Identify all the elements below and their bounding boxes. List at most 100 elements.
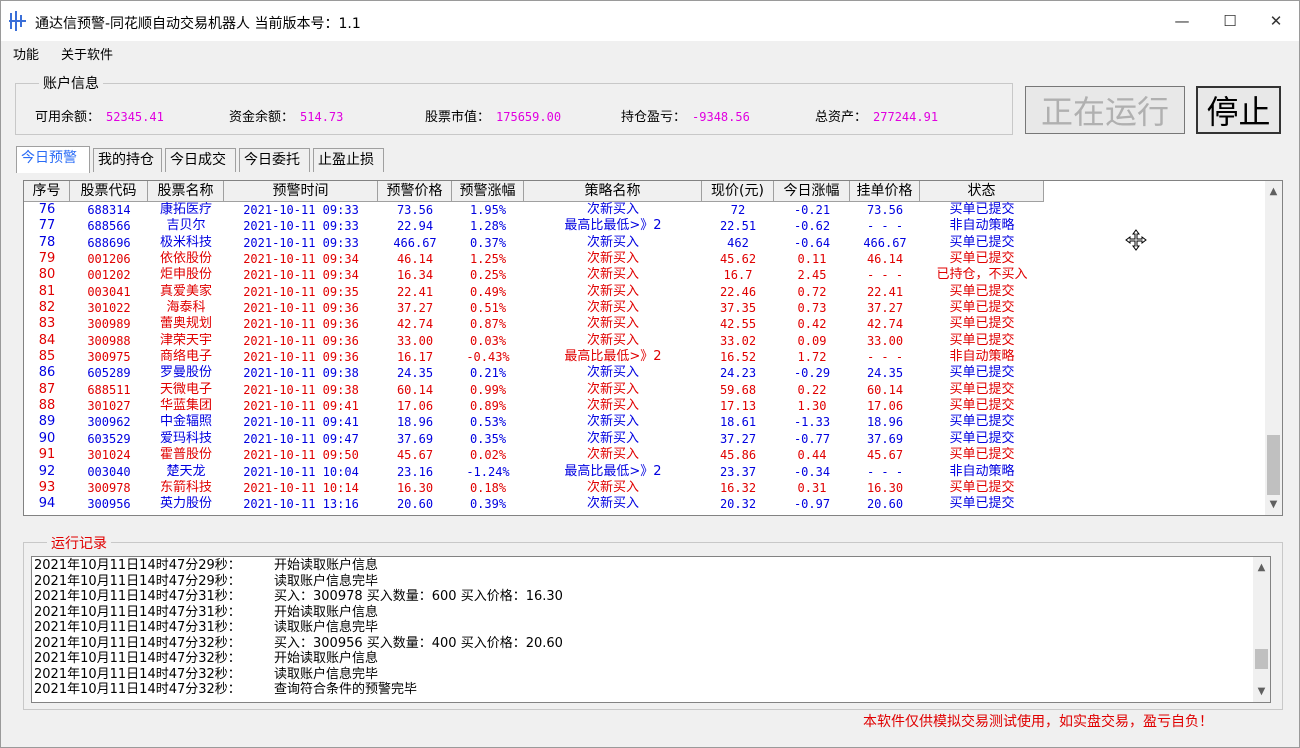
table-cell: 最高比最低>》2 [564, 349, 662, 365]
table-row[interactable]: 76 688314 康拓医疗 2021-10-11 09:33 73.56 1.95% 次新… [24, 202, 1044, 218]
table-row[interactable]: 88 301027 华蓝集团 2021-10-11 09:41 17.06 0.89% 次新… [24, 398, 1044, 414]
table-cell: 0.72 [797, 284, 827, 299]
menu-function[interactable]: 功能 [13, 44, 39, 63]
table-row[interactable]: 86 605289 罗曼股份 2021-10-11 09:38 24.35 0.21% 次新… [24, 365, 1044, 381]
table-row[interactable]: 94 300956 英力股份 2021-10-11 13:16 20.60 0.39% 次新… [24, 496, 1044, 512]
stock-market-value-label: 股票市值： [425, 110, 491, 125]
scroll-up-icon[interactable]: ▲ [1265, 183, 1282, 200]
table-cell: 300988 [87, 333, 131, 348]
table-row[interactable]: 93 300978 东箭科技 2021-10-11 10:14 16.30 0.18% 次新… [24, 480, 1044, 496]
table-cell: 次新买入 [586, 283, 639, 299]
table-cell: 0.53% [469, 415, 507, 430]
log-scroll-thumb[interactable] [1255, 649, 1268, 669]
table-cell: 0.44 [797, 448, 827, 463]
table-row[interactable]: 89 300962 中金辐照 2021-10-11 09:41 18.96 0.53% 次新… [24, 414, 1044, 430]
log-time: 2021年10月11日14时47分31秒： [34, 589, 241, 604]
table-cell: 300956 [87, 497, 131, 512]
close-button[interactable]: ✕ [1253, 1, 1299, 41]
table-cell: 300962 [87, 415, 131, 430]
table-cell: 非自动策略 [949, 349, 1015, 365]
table-cell: 16.17 [396, 350, 434, 365]
log-message: 买入：300956 买入数量：400 买入价格：20.60 [274, 635, 563, 651]
table-cell: 次新买入 [586, 430, 639, 446]
table-row[interactable]: 83 300989 蕾奥规划 2021-10-11 09:36 42.74 0.87% 次新… [24, 316, 1044, 332]
table-cell: 0.39% [469, 497, 507, 512]
column-header[interactable]: 股票代码 [70, 181, 148, 201]
table-cell: 次新买入 [586, 381, 639, 397]
column-header[interactable]: 预警价格 [378, 181, 452, 201]
table-cell: 16.52 [719, 350, 757, 365]
table-cell: 次新买入 [586, 398, 639, 414]
table-row[interactable]: 82 301022 海泰科 2021-10-11 09:36 37.27 0.51% 次新买… [24, 300, 1044, 316]
menu-about[interactable]: 关于软件 [61, 44, 113, 63]
tab-today-alerts[interactable]: 今日预警 [16, 146, 90, 173]
tab-my-positions[interactable]: 我的持仓 [93, 148, 162, 172]
table-cell: 买单已提交 [949, 479, 1015, 495]
column-header[interactable]: 股票名称 [148, 181, 224, 201]
column-header[interactable]: 序号 [24, 181, 70, 201]
tab-today-orders[interactable]: 今日委托 [239, 148, 310, 172]
table-cell: 次新买入 [586, 414, 639, 430]
table-cell: 2021-10-11 09:47 [243, 431, 359, 446]
table-cell: 楚天龙 [166, 463, 206, 479]
table-cell: 42.74 [866, 317, 904, 332]
table-cell: 买单已提交 [949, 202, 1015, 217]
column-header[interactable]: 今日涨幅 [774, 181, 850, 201]
table-row[interactable]: 84 300988 津荣天宇 2021-10-11 09:36 33.00 0.03% 次新… [24, 333, 1044, 349]
table-row[interactable]: 87 688511 天微电子 2021-10-11 09:38 60.14 0.99% 次新… [24, 382, 1044, 398]
table-row[interactable]: 90 603529 爱玛科技 2021-10-11 09:47 37.69 0.35% 次新… [24, 431, 1044, 447]
table-cell: 90 [38, 430, 56, 446]
column-header[interactable]: 策略名称 [524, 181, 702, 201]
table-cell: 0.18% [469, 480, 507, 495]
column-header[interactable]: 预警涨幅 [452, 181, 524, 201]
table-cell: 45.67 [866, 448, 904, 463]
table-cell: 17.06 [866, 399, 904, 414]
table-cell: - - - [866, 464, 904, 479]
table-row[interactable]: 78 688696 极米科技 2021-10-11 09:33 466.67 0.37% 次… [24, 235, 1044, 251]
run-log-box[interactable]: 2021年10月11日14时47分29秒： 开始读取账户信息 2021年10月11日… [31, 556, 1271, 703]
table-cell: 东箭科技 [159, 479, 212, 495]
log-scroll-down-icon[interactable]: ▼ [1253, 683, 1270, 700]
tab-take-profit-stop-loss[interactable]: 止盈止损 [313, 148, 384, 172]
table-row[interactable]: 92 003040 楚天龙 2021-10-11 10:04 23.16 -1.24% 最高… [24, 464, 1044, 480]
table-cell: 688314 [87, 203, 131, 217]
table-row[interactable]: 80 001202 炬申股份 2021-10-11 09:34 16.34 0.25% 次新… [24, 267, 1044, 283]
running-button[interactable]: 正在运行 [1025, 86, 1185, 134]
tab-today-trades[interactable]: 今日成交 [165, 148, 236, 172]
scroll-thumb[interactable] [1267, 435, 1280, 495]
table-cell: 买单已提交 [949, 430, 1015, 446]
column-header[interactable]: 预警时间 [224, 181, 378, 201]
table-cell: 次新买入 [586, 251, 639, 267]
stock-market-value-value: 175659.00 [496, 110, 562, 124]
table-row[interactable]: 79 001206 依依股份 2021-10-11 09:34 46.14 1.25% 次新… [24, 251, 1044, 267]
table-cell: 非自动策略 [949, 463, 1015, 479]
table-cell: 次新买入 [586, 365, 639, 381]
log-scroll-up-icon[interactable]: ▲ [1253, 559, 1270, 576]
table-cell: 83 [38, 316, 56, 332]
table-row[interactable]: 77 688566 吉贝尔 2021-10-11 09:33 22.94 1.28% 最高比… [24, 218, 1044, 234]
table-cell: -0.64 [793, 235, 831, 250]
alerts-table: 序号 股票代码 股票名称 预警时间 预警价格 预警涨幅 策略名称 现价(元) 今日涨幅 挂单价格状… [23, 180, 1283, 516]
table-cell: 2021-10-11 09:41 [243, 415, 359, 430]
maximize-button[interactable]: ☐ [1207, 1, 1253, 41]
table-cell: 蕾奥规划 [159, 316, 212, 332]
table-cell: 0.51% [469, 301, 507, 316]
available-balance-value: 52345.41 [106, 110, 164, 124]
table-cell: -0.21 [793, 203, 831, 217]
move-cursor-icon [1125, 229, 1147, 251]
minimize-button[interactable]: — [1159, 1, 1205, 41]
stop-button[interactable]: 停止 [1196, 86, 1281, 134]
table-scrollbar[interactable]: ▲ ▼ [1265, 181, 1282, 515]
column-header[interactable]: 挂单价格 [850, 181, 920, 201]
table-row[interactable]: 85 300975 商络电子 2021-10-11 09:36 16.17 -0.43% 最… [24, 349, 1044, 365]
table-cell: 买单已提交 [949, 496, 1015, 512]
table-row[interactable]: 91 301024 霍普股份 2021-10-11 09:50 45.67 0.02% 次新… [24, 447, 1044, 463]
table-cell: 次新买入 [586, 316, 639, 332]
table-cell: 603529 [87, 431, 131, 446]
scroll-down-icon[interactable]: ▼ [1265, 496, 1282, 513]
column-header[interactable]: 现价(元) [702, 181, 774, 201]
table-row[interactable]: 81 003041 真爱美家 2021-10-11 09:35 22.41 0.49% 次新… [24, 284, 1044, 300]
log-scrollbar[interactable]: ▲ ▼ [1253, 557, 1270, 702]
table-cell: 24.35 [396, 366, 434, 381]
column-header[interactable]: 状态 [920, 181, 1044, 201]
